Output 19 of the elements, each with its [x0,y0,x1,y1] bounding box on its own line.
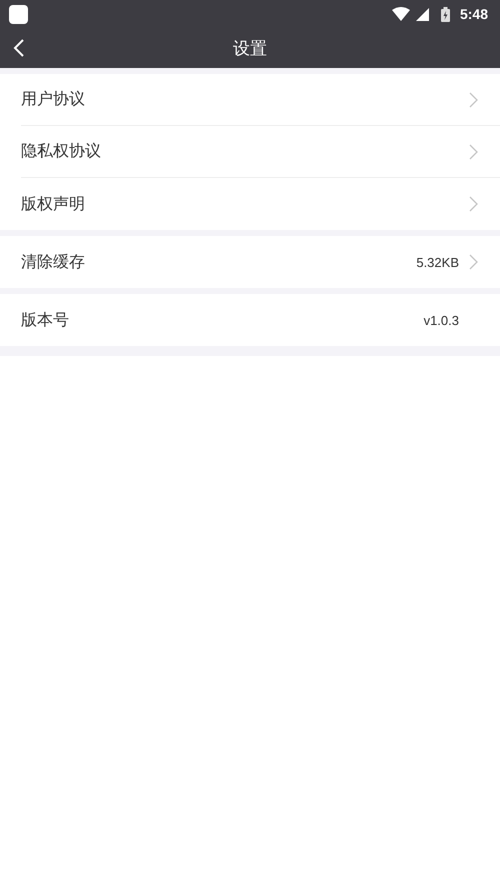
signal-icon [416,8,429,20]
settings-row[interactable]: 隐私权协议 [21,126,500,178]
battery-icon [440,6,450,22]
status-time: 5:48 [460,6,488,22]
row-label: 清除缓存 [21,252,86,272]
settings-row[interactable]: 版本号 v1.0.3 [21,294,500,346]
row-value: 5.32KB [416,254,459,270]
settings-row[interactable]: 清除缓存 5.32KB [21,236,500,288]
row-label: 版本号 [21,310,70,330]
wifi-icon [392,7,410,21]
row-label: 隐私权协议 [21,141,102,162]
settings-row[interactable]: 用户协议 [21,74,500,126]
app-icon [9,4,28,24]
page-title: 设置 [233,38,267,60]
row-label: 版权声明 [21,194,86,214]
row-label: 用户协议 [21,89,86,110]
row-value: v1.0.3 [424,312,459,328]
back-icon[interactable] [13,38,25,58]
settings-row[interactable]: 版权声明 [21,178,500,230]
